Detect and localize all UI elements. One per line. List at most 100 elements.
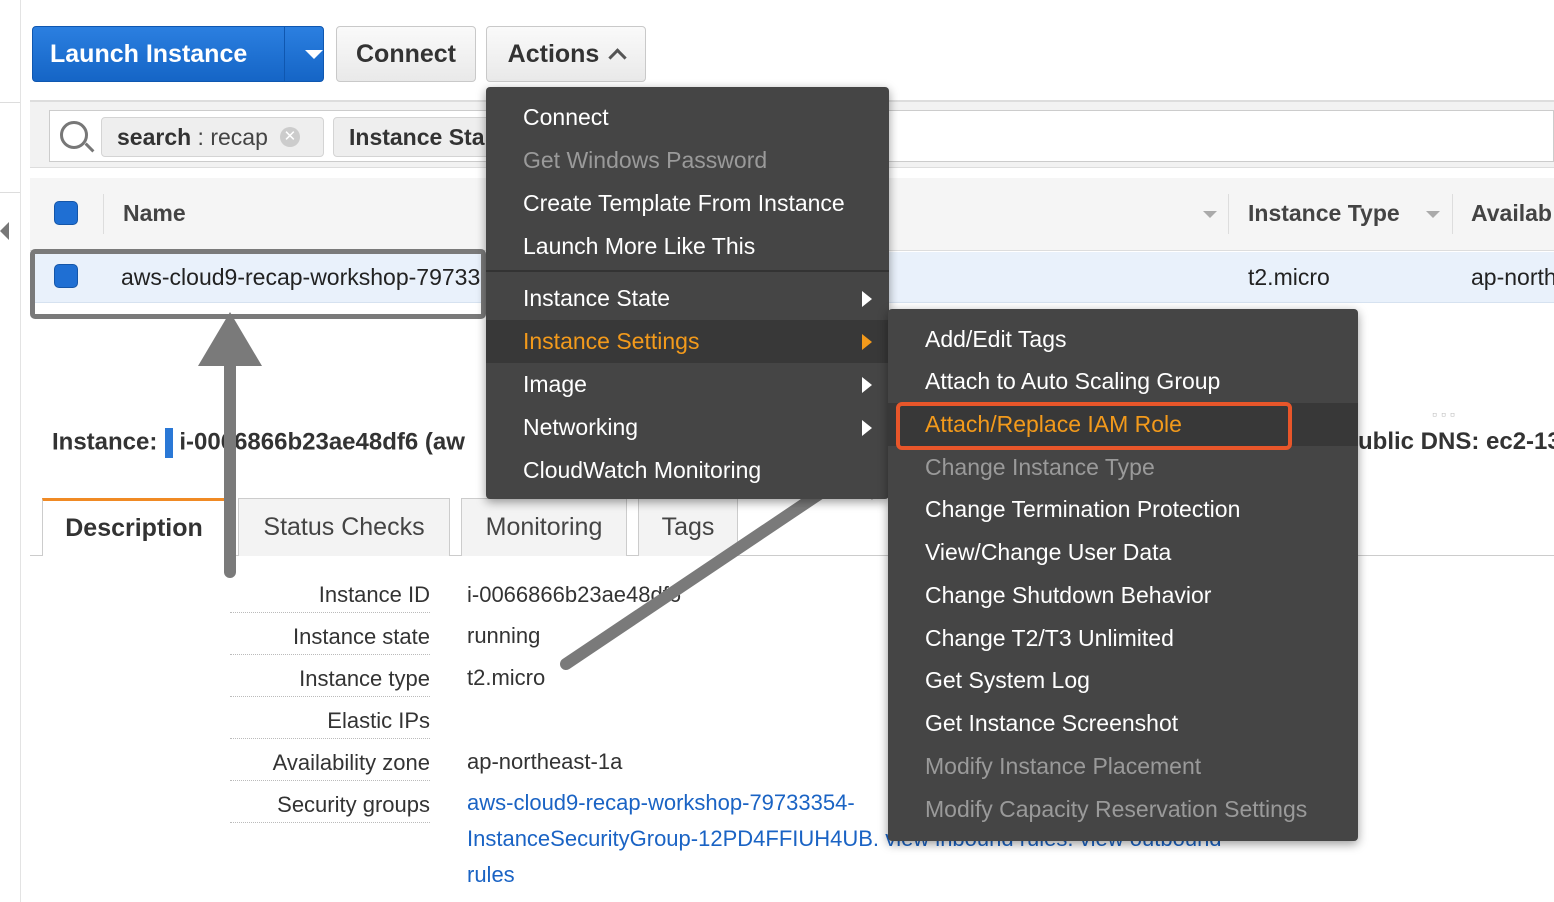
menu-item-label: Instance Settings bbox=[523, 328, 700, 354]
instance-id-value: i-0066866b23ae48df6 bbox=[467, 582, 682, 607]
actions-label: Actions bbox=[507, 39, 600, 68]
column-divider bbox=[1228, 194, 1229, 234]
column-header-availability-zone[interactable]: Availab bbox=[1471, 200, 1552, 227]
column-divider bbox=[103, 194, 104, 234]
menu-item-label: Modify Instance Placement bbox=[925, 753, 1202, 779]
menu-item-image[interactable]: Image bbox=[486, 363, 889, 406]
menu-item-connect[interactable]: Connect bbox=[486, 96, 889, 139]
submenu-arrow-icon bbox=[862, 334, 872, 350]
left-rail-divider bbox=[0, 192, 20, 193]
menu-item-instance-state[interactable]: Instance State bbox=[486, 277, 889, 320]
instance-detail-title: Instance: i-0066866b23ae48df6 (aw bbox=[52, 428, 465, 458]
menu-item-label: Attach to Auto Scaling Group bbox=[925, 368, 1221, 394]
submenu-item-modify-capacity-reservation: Modify Capacity Reservation Settings bbox=[888, 788, 1358, 831]
submenu-arrow-icon bbox=[862, 291, 872, 307]
remove-chip-icon[interactable]: ✕ bbox=[279, 127, 300, 147]
menu-item-label: Image bbox=[523, 371, 587, 397]
submenu-item-change-t2-t3-unlimited[interactable]: Change T2/T3 Unlimited bbox=[888, 617, 1358, 660]
instance-type-value: t2.micro bbox=[467, 665, 546, 690]
chevron-down-icon[interactable] bbox=[305, 49, 323, 59]
instance-id-heading: i-0066866b23ae48df6 (aw bbox=[179, 428, 465, 456]
column-header-instance-type[interactable]: Instance Type bbox=[1248, 200, 1400, 227]
security-groups-label: Security groups bbox=[230, 792, 430, 823]
submenu-item-change-instance-type: Change Instance Type bbox=[888, 446, 1358, 489]
tab-tags[interactable]: Tags bbox=[638, 498, 738, 556]
sort-caret-icon[interactable] bbox=[1203, 211, 1217, 218]
row-availability-zone: ap-north bbox=[1471, 264, 1554, 290]
menu-item-label: Get Windows Password bbox=[523, 147, 768, 173]
menu-item-label: Change Shutdown Behavior bbox=[925, 582, 1212, 608]
left-rail-divider bbox=[0, 102, 20, 103]
button-divider bbox=[284, 27, 285, 81]
annotation-arrowhead bbox=[198, 312, 262, 366]
tab-status-checks[interactable]: Status Checks bbox=[238, 498, 450, 556]
menu-divider bbox=[486, 270, 889, 272]
view-outbound-rules-link[interactable]: rules bbox=[467, 857, 1307, 893]
menu-item-instance-settings[interactable]: Instance Settings bbox=[486, 320, 889, 363]
resize-handle-icon[interactable]: ▫▫▫ bbox=[1432, 406, 1459, 422]
submenu-item-add-edit-tags[interactable]: Add/Edit Tags bbox=[888, 318, 1358, 361]
menu-item-label: Create Template From Instance bbox=[523, 190, 845, 216]
column-divider bbox=[1452, 194, 1453, 234]
submenu-item-view-change-user-data[interactable]: View/Change User Data bbox=[888, 531, 1358, 574]
availability-zone-value: ap-northeast-1a bbox=[467, 749, 623, 774]
menu-item-label: Change Instance Type bbox=[925, 454, 1155, 480]
menu-item-networking[interactable]: Networking bbox=[486, 406, 889, 449]
menu-item-launch-more[interactable]: Launch More Like This bbox=[486, 225, 889, 268]
search-icon bbox=[60, 121, 88, 149]
launch-instance-button[interactable]: Launch Instance bbox=[32, 26, 324, 82]
public-dns-heading: ublic DNS: ec2-13 bbox=[1358, 428, 1554, 455]
menu-item-label: Get Instance Screenshot bbox=[925, 710, 1179, 736]
row-highlight-callout bbox=[30, 249, 486, 319]
launch-instance-label: Launch Instance bbox=[50, 39, 248, 68]
security-group-link[interactable]: InstanceSecurityGroup-12PD4FFIUH4UB. bbox=[467, 826, 879, 851]
menu-item-label: Launch More Like This bbox=[523, 233, 756, 259]
elastic-ips-label: Elastic IPs bbox=[230, 708, 430, 739]
menu-item-create-template[interactable]: Create Template From Instance bbox=[486, 182, 889, 225]
chip-key: search bbox=[117, 123, 192, 150]
tab-description[interactable]: Description bbox=[42, 498, 226, 556]
collapse-sidebar-icon[interactable] bbox=[0, 222, 9, 240]
status-marker bbox=[165, 428, 174, 458]
submenu-item-get-system-log[interactable]: Get System Log bbox=[888, 659, 1358, 702]
menu-item-get-windows-password: Get Windows Password bbox=[486, 139, 889, 182]
menu-item-label: Change T2/T3 Unlimited bbox=[925, 625, 1174, 651]
menu-item-label: Change Termination Protection bbox=[925, 496, 1241, 522]
instance-settings-submenu: Add/Edit Tags Attach to Auto Scaling Gro… bbox=[888, 309, 1358, 841]
instance-prefix: Instance: bbox=[52, 428, 158, 456]
submenu-item-change-termination-protection[interactable]: Change Termination Protection bbox=[888, 488, 1358, 531]
chip-label: Instance Sta bbox=[349, 123, 485, 150]
chip-separator: : bbox=[191, 123, 211, 150]
submenu-item-modify-instance-placement: Modify Instance Placement bbox=[888, 745, 1358, 788]
submenu-arrow-icon bbox=[862, 420, 872, 436]
submenu-item-get-instance-screenshot[interactable]: Get Instance Screenshot bbox=[888, 702, 1358, 745]
actions-button[interactable]: Actions bbox=[486, 26, 646, 82]
connect-button[interactable]: Connect bbox=[336, 26, 476, 82]
left-rail bbox=[0, 0, 21, 902]
filter-chip-search[interactable]: search : recap ✕ bbox=[101, 117, 324, 157]
row-instance-type: t2.micro bbox=[1248, 264, 1330, 290]
chip-value: recap bbox=[210, 123, 268, 150]
menu-item-label: Add/Edit Tags bbox=[925, 326, 1067, 352]
instance-state-value: running bbox=[467, 623, 541, 648]
sort-caret-icon[interactable] bbox=[1426, 211, 1440, 218]
menu-item-label: Networking bbox=[523, 414, 639, 440]
instance-state-label: Instance state bbox=[230, 624, 430, 655]
menu-item-cloudwatch-monitoring[interactable]: CloudWatch Monitoring bbox=[486, 449, 889, 492]
chevron-up-icon bbox=[608, 47, 628, 67]
submenu-item-change-shutdown-behavior[interactable]: Change Shutdown Behavior bbox=[888, 574, 1358, 617]
iam-role-highlight-callout bbox=[896, 402, 1292, 450]
menu-item-label: Modify Capacity Reservation Settings bbox=[925, 796, 1308, 822]
availability-zone-label: Availability zone bbox=[230, 750, 430, 781]
menu-item-label: View/Change User Data bbox=[925, 539, 1172, 565]
menu-item-label: Connect bbox=[523, 104, 609, 130]
menu-item-label: CloudWatch Monitoring bbox=[523, 457, 762, 483]
submenu-arrow-icon bbox=[862, 377, 872, 393]
submenu-item-attach-auto-scaling[interactable]: Attach to Auto Scaling Group bbox=[888, 360, 1358, 403]
instance-type-label: Instance type bbox=[230, 666, 430, 697]
select-all-checkbox[interactable] bbox=[54, 201, 78, 225]
column-header-name[interactable]: Name bbox=[123, 200, 186, 227]
menu-item-label: Instance State bbox=[523, 285, 671, 311]
menu-item-label: Get System Log bbox=[925, 667, 1090, 693]
tab-monitoring[interactable]: Monitoring bbox=[461, 498, 627, 556]
